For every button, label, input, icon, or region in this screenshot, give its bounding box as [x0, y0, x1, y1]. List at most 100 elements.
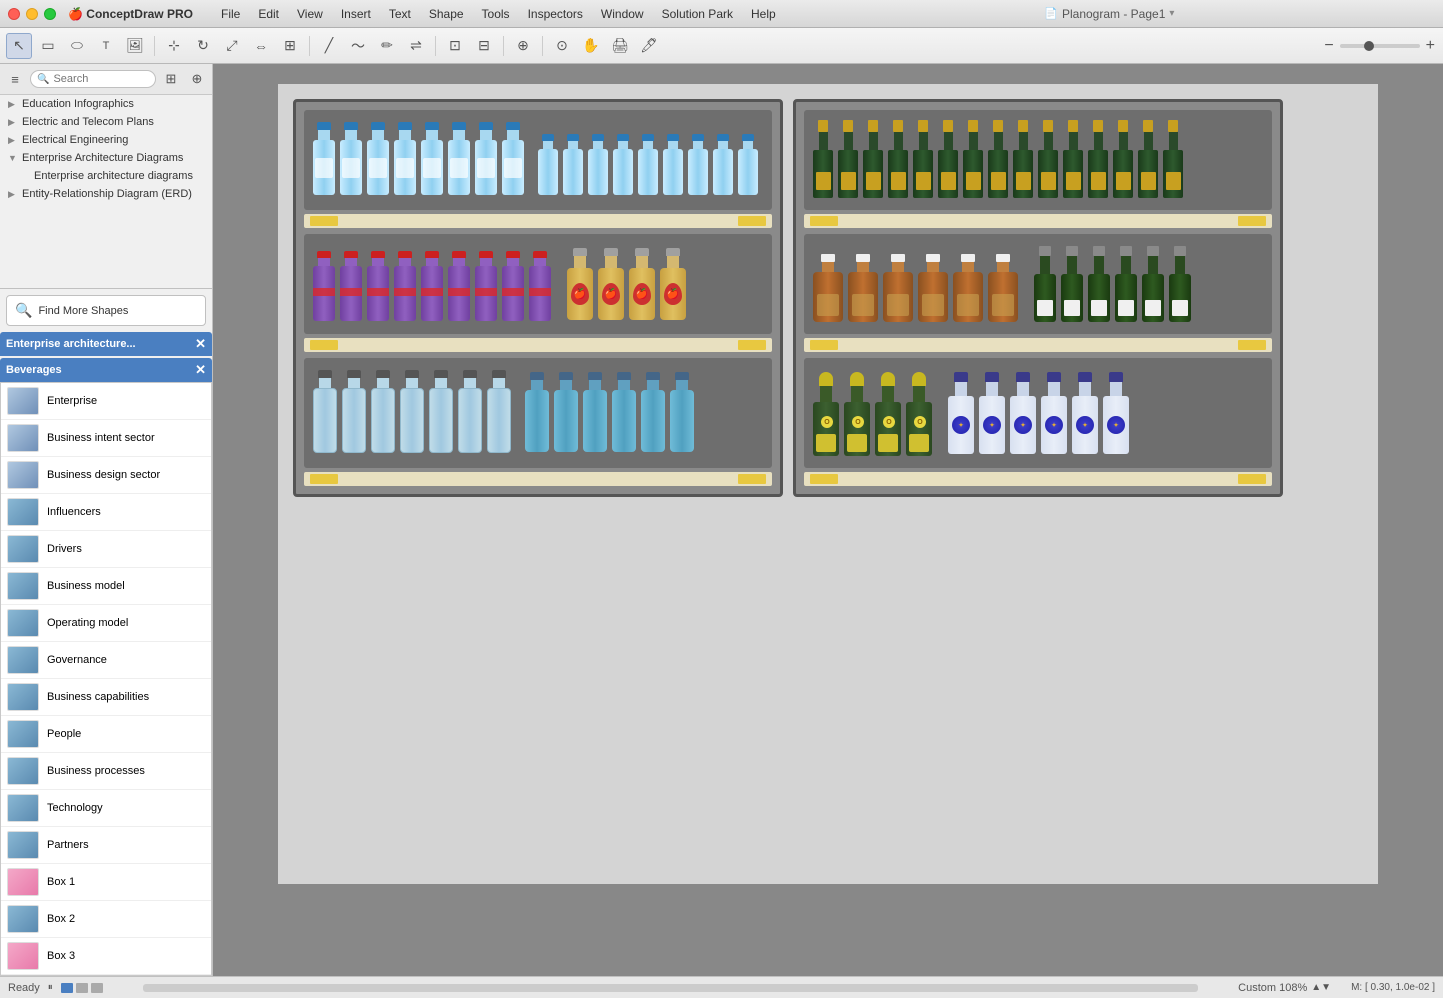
water-bottle-sm-5[interactable]: [637, 134, 659, 202]
page-1-dot[interactable]: [61, 983, 73, 993]
cyan-water-2[interactable]: [553, 372, 579, 460]
water-bottle-sm-3[interactable]: [587, 134, 609, 202]
sidebar-list-view[interactable]: ≡: [4, 68, 26, 90]
window-controls[interactable]: [8, 8, 56, 20]
dark-wine-7[interactable]: [962, 120, 984, 202]
dark-wine-15[interactable]: [1162, 120, 1184, 202]
water-bottle-tall-2[interactable]: [339, 122, 363, 202]
vodka-2[interactable]: ✦: [978, 372, 1006, 460]
water-bottle-sm-4[interactable]: [612, 134, 634, 202]
shape-item-business-intent[interactable]: Business intent sector: [1, 420, 211, 457]
shape-item-business-design[interactable]: Business design sector: [1, 457, 211, 494]
print-tool[interactable]: 🖨: [607, 33, 633, 59]
green-wine-2[interactable]: [1060, 246, 1084, 326]
water-bottle-tall-3[interactable]: [366, 122, 390, 202]
dark-wine-13[interactable]: [1112, 120, 1134, 202]
water-bottle-tall-4[interactable]: [393, 122, 417, 202]
champ-4[interactable]: O: [905, 372, 933, 460]
shape-item-drivers[interactable]: Drivers: [1, 531, 211, 568]
vodka-6[interactable]: ✦: [1102, 372, 1130, 460]
flip-tool[interactable]: ⇔: [248, 33, 274, 59]
menu-file[interactable]: File: [213, 5, 248, 23]
nav-item-education[interactable]: ▶ Education Infographics: [0, 95, 212, 113]
select-tool[interactable]: ↖: [6, 33, 32, 59]
water-bottle-tall-7[interactable]: [474, 122, 498, 202]
large-water-4[interactable]: [399, 370, 425, 460]
green-wine-6[interactable]: [1168, 246, 1192, 326]
whiskey-6[interactable]: [987, 254, 1019, 326]
whiskey-3[interactable]: [882, 254, 914, 326]
purple-bottle-4[interactable]: [393, 251, 417, 326]
shape-item-enterprise[interactable]: Enterprise: [1, 383, 211, 420]
shape-item-box2[interactable]: Box 2: [1, 901, 211, 938]
rotate-tool[interactable]: ↻: [190, 33, 216, 59]
library-header-enterprise[interactable]: Enterprise architecture... ✕: [0, 332, 212, 356]
nav-item-electric[interactable]: ▶ Electric and Telecom Plans: [0, 113, 212, 131]
green-wine-5[interactable]: [1141, 246, 1165, 326]
layer-tool[interactable]: ⊕: [510, 33, 536, 59]
menu-solution-park[interactable]: Solution Park: [654, 5, 741, 23]
champ-2[interactable]: O: [843, 372, 871, 460]
rectangle-tool[interactable]: ▭: [35, 33, 61, 59]
vodka-1[interactable]: ✦: [947, 372, 975, 460]
purple-bottle-1[interactable]: [312, 251, 336, 326]
nav-item-enterprise[interactable]: ▼ Enterprise Architecture Diagrams: [0, 149, 212, 167]
hand-tool[interactable]: ✋: [578, 33, 604, 59]
water-bottle-tall-6[interactable]: [447, 122, 471, 202]
apple-bottle-3[interactable]: 🍎: [628, 248, 656, 326]
whiskey-2[interactable]: [847, 254, 879, 326]
menu-tools[interactable]: Tools: [474, 5, 518, 23]
large-water-2[interactable]: [341, 370, 367, 460]
shape-item-business-model[interactable]: Business model: [1, 568, 211, 605]
dark-wine-9[interactable]: [1012, 120, 1034, 202]
water-bottle-sm-1[interactable]: [537, 134, 559, 202]
shape-item-processes[interactable]: Business processes: [1, 753, 211, 790]
apple-bottle-1[interactable]: 🍎: [566, 248, 594, 326]
eyedropper-tool[interactable]: 🖊: [636, 33, 662, 59]
image-tool[interactable]: 🖼: [122, 33, 148, 59]
pen-tool[interactable]: ✏: [374, 33, 400, 59]
cyan-water-3[interactable]: [582, 372, 608, 460]
close-button[interactable]: [8, 8, 20, 20]
page-2-dot[interactable]: [76, 983, 88, 993]
shape-item-partners[interactable]: Partners: [1, 827, 211, 864]
champ-1[interactable]: O: [812, 372, 840, 460]
apple-bottle-4[interactable]: 🍎: [659, 248, 687, 326]
purple-bottle-9[interactable]: [528, 251, 552, 326]
large-water-5[interactable]: [428, 370, 454, 460]
green-wine-3[interactable]: [1087, 246, 1111, 326]
page-navigation[interactable]: [61, 983, 103, 993]
apple-bottle-2[interactable]: 🍎: [597, 248, 625, 326]
purple-bottle-8[interactable]: [501, 251, 525, 326]
green-wine-1[interactable]: [1033, 246, 1057, 326]
water-bottle-sm-8[interactable]: [712, 134, 734, 202]
vodka-5[interactable]: ✦: [1071, 372, 1099, 460]
large-water-7[interactable]: [486, 370, 512, 460]
champ-3[interactable]: O: [874, 372, 902, 460]
dark-wine-10[interactable]: [1037, 120, 1059, 202]
whiskey-5[interactable]: [952, 254, 984, 326]
find-more-shapes-button[interactable]: 🔍 Find More Shapes: [6, 295, 206, 326]
sidebar-search-button[interactable]: ⊕: [186, 68, 208, 90]
dark-wine-6[interactable]: [937, 120, 959, 202]
menu-insert[interactable]: Insert: [333, 5, 379, 23]
line-tool[interactable]: ╱: [316, 33, 342, 59]
shape-item-governance[interactable]: Governance: [1, 642, 211, 679]
connector-tool[interactable]: ⇌: [403, 33, 429, 59]
menu-edit[interactable]: Edit: [250, 5, 287, 23]
title-dropdown-icon[interactable]: ▾: [1169, 8, 1174, 19]
ungroup-tool[interactable]: ⊟: [471, 33, 497, 59]
menu-window[interactable]: Window: [593, 5, 652, 23]
vodka-3[interactable]: ✦: [1009, 372, 1037, 460]
purple-bottle-3[interactable]: [366, 251, 390, 326]
zoom-fit[interactable]: ⊙: [549, 33, 575, 59]
nav-item-erd[interactable]: ▶ Entity-Relationship Diagram (ERD): [0, 185, 212, 203]
dark-wine-12[interactable]: [1087, 120, 1109, 202]
text-tool[interactable]: T: [93, 33, 119, 59]
sidebar-grid-view[interactable]: ⊞: [160, 68, 182, 90]
large-water-3[interactable]: [370, 370, 396, 460]
minimize-button[interactable]: [26, 8, 38, 20]
shape-item-people[interactable]: People: [1, 716, 211, 753]
dark-wine-1[interactable]: [812, 120, 834, 202]
zoom-stepper[interactable]: ▲▼: [1311, 982, 1331, 993]
